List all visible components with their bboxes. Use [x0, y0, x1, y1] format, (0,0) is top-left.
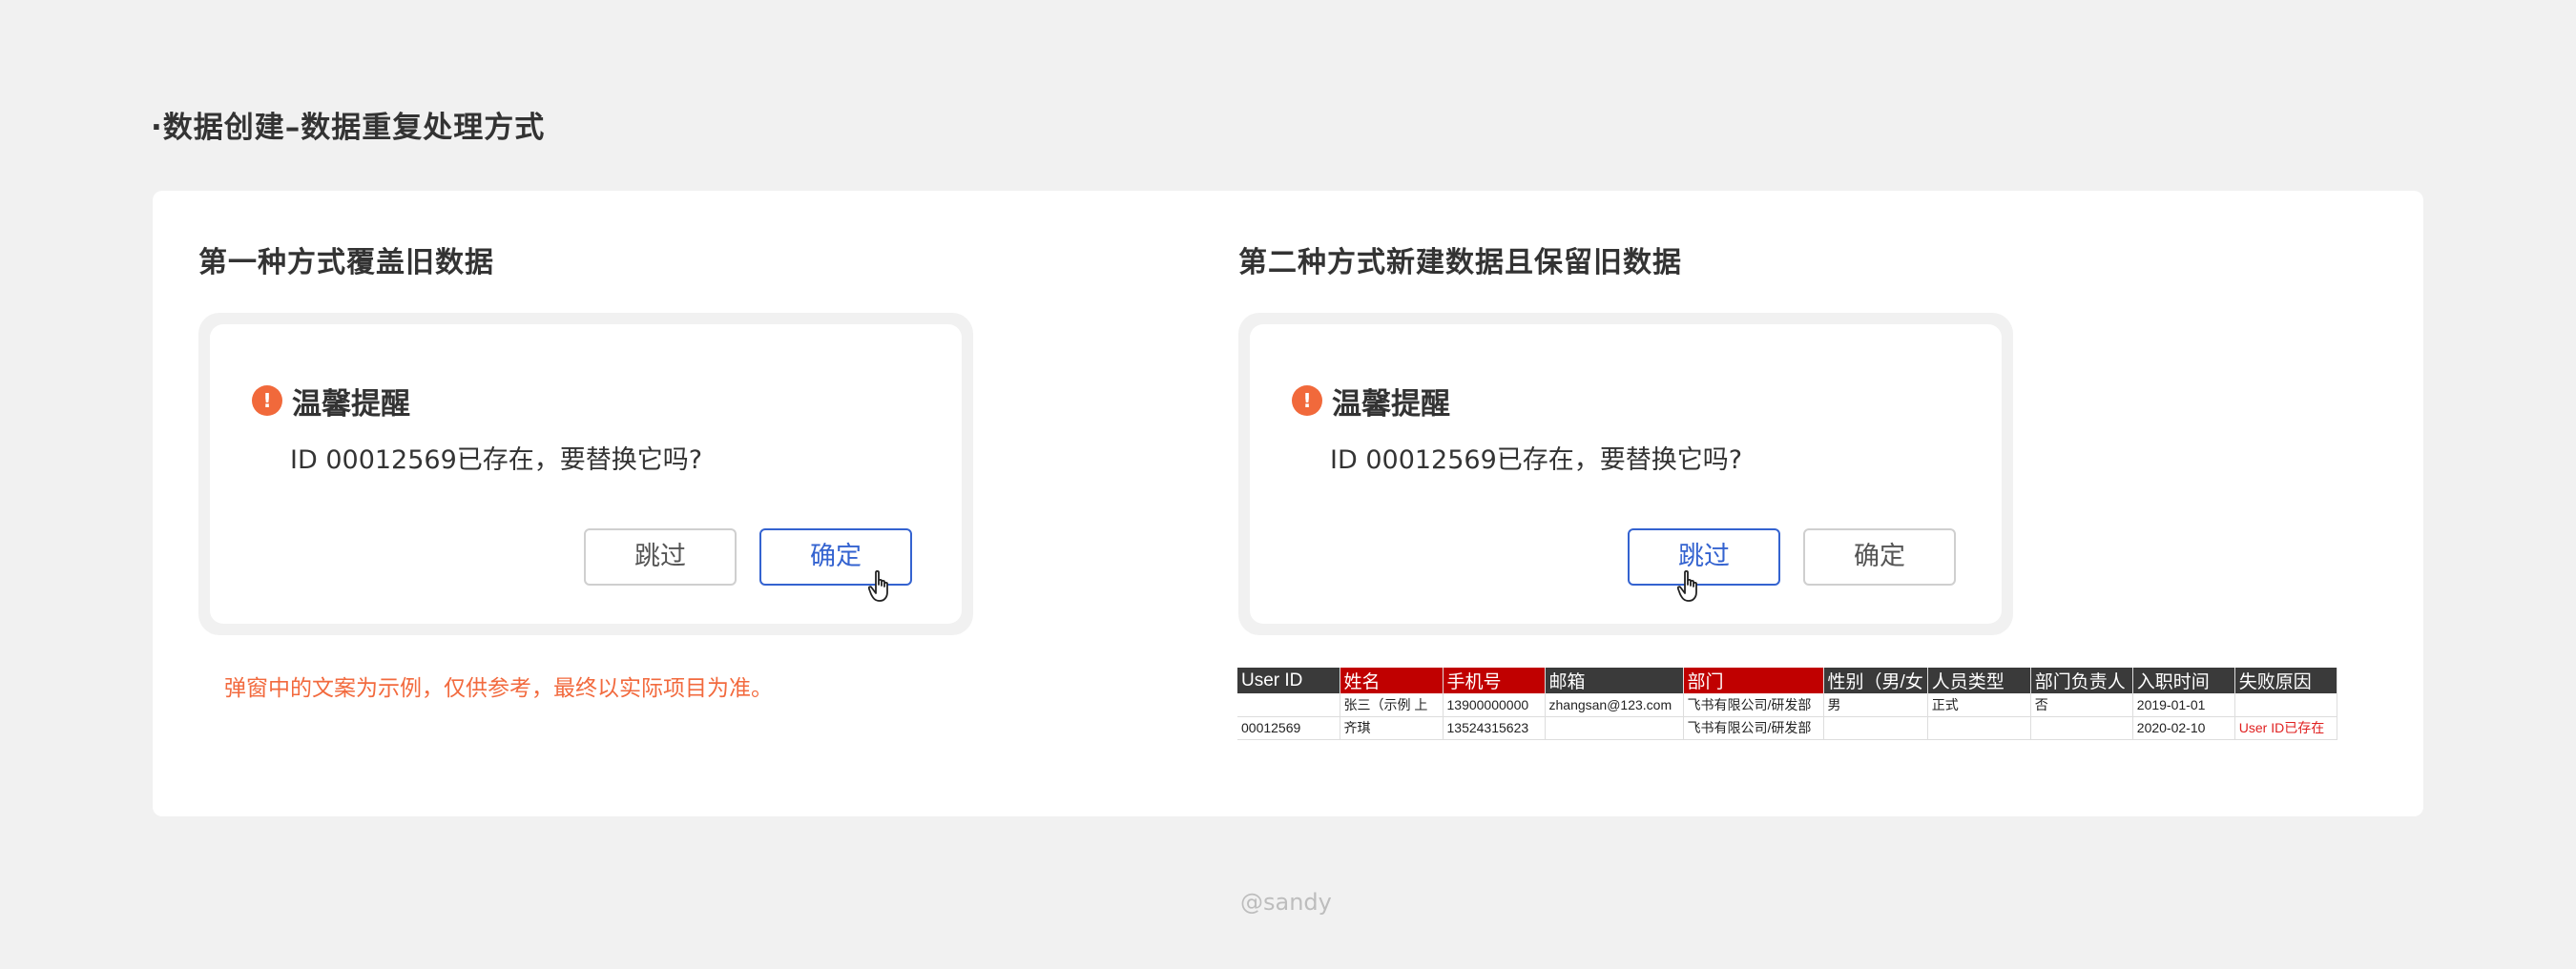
hand-pointer-icon [868, 570, 888, 602]
dialog-keep-old: ! 温馨提醒 ID 00012569已存在，要替换它吗? 跳过 确定 [1250, 324, 2002, 624]
sheet-header-cell: 失败原因 [2234, 668, 2337, 693]
sheet-cell [2234, 693, 2337, 717]
dialog-title: 温馨提醒 [1332, 387, 1450, 422]
sheet-cell: 13524315623 [1443, 716, 1546, 740]
sheet-header-cell: 部门 [1683, 668, 1824, 693]
dialog-frame-overwrite: ! 温馨提醒 ID 00012569已存在，要替换它吗? 跳过 确定 [198, 313, 973, 635]
content-card: 第一种方式覆盖旧数据 ! 温馨提醒 ID 00012569已存在，要替换它吗? … [153, 191, 2423, 816]
disclaimer-note: 弹窗中的文案为示例，仅供参考，最终以实际项目为准。 [224, 676, 773, 701]
sheet-header-row: User ID 姓名 手机号 邮箱 部门 性别（男/女 人员类型 部门负责人 入… [1237, 668, 2337, 693]
sheet-cell: 正式 [1927, 693, 2031, 717]
import-result-sheet: User ID 姓名 手机号 邮箱 部门 性别（男/女 人员类型 部门负责人 入… [1237, 668, 2337, 740]
sheet-cell: 飞书有限公司/研发部 [1683, 693, 1824, 717]
sheet-header-cell: User ID [1237, 668, 1340, 693]
warning-icon: ! [1292, 385, 1322, 416]
dialog-frame-keep-old: ! 温馨提醒 ID 00012569已存在，要替换它吗? 跳过 确定 [1238, 313, 2013, 635]
dialog-message: ID 00012569已存在，要替换它吗? [290, 445, 703, 475]
sheet-cell: 00012569 [1237, 716, 1340, 740]
sheet-cell: 张三（示例 上 [1340, 693, 1444, 717]
table-row: 00012569 齐琪 13524315623 飞书有限公司/研发部 2020-… [1237, 716, 2337, 740]
dialog-title: 温馨提醒 [292, 387, 410, 422]
confirm-button[interactable]: 确定 [1803, 528, 1956, 586]
sheet-cell [2030, 716, 2133, 740]
skip-button[interactable]: 跳过 [1628, 528, 1780, 586]
table-row: 张三（示例 上 13900000000 zhangsan@123.com 飞书有… [1237, 693, 2337, 717]
sheet-header-cell: 人员类型 [1927, 668, 2031, 693]
section-title-overwrite: 第一种方式覆盖旧数据 [198, 246, 494, 279]
dialog-message: ID 00012569已存在，要替换它吗? [1330, 445, 1743, 475]
sheet-cell: 13900000000 [1443, 693, 1546, 717]
sheet-cell [1823, 716, 1928, 740]
sheet-cell [1237, 693, 1340, 717]
fail-reason-cell: User ID已存在 [2234, 716, 2337, 740]
skip-button[interactable]: 跳过 [584, 528, 737, 586]
sheet-cell: 齐琪 [1340, 716, 1444, 740]
sheet-header-cell: 性别（男/女 [1823, 668, 1928, 693]
author-credit: @sandy [1240, 889, 1332, 916]
sheet-header-cell: 邮箱 [1545, 668, 1684, 693]
page-heading: ·数据创建–数据重复处理方式 [151, 111, 546, 145]
sheet-header-cell: 手机号 [1443, 668, 1546, 693]
sheet-header-cell: 姓名 [1340, 668, 1444, 693]
sheet-cell [1927, 716, 2031, 740]
sheet-cell: 2019-01-01 [2132, 693, 2235, 717]
sheet-header-cell: 部门负责人 [2030, 668, 2133, 693]
sheet-cell [1545, 716, 1684, 740]
sheet-cell: 2020-02-10 [2132, 716, 2235, 740]
sheet-header-cell: 入职时间 [2132, 668, 2235, 693]
dialog-overwrite: ! 温馨提醒 ID 00012569已存在，要替换它吗? 跳过 确定 [210, 324, 962, 624]
warning-icon: ! [252, 385, 282, 416]
sheet-cell: zhangsan@123.com [1545, 693, 1684, 717]
sheet-cell: 男 [1823, 693, 1928, 717]
hand-pointer-icon [1677, 570, 1697, 602]
sheet-cell: 否 [2030, 693, 2133, 717]
section-title-keep-old: 第二种方式新建数据且保留旧数据 [1238, 246, 1682, 279]
sheet-cell: 飞书有限公司/研发部 [1683, 716, 1824, 740]
